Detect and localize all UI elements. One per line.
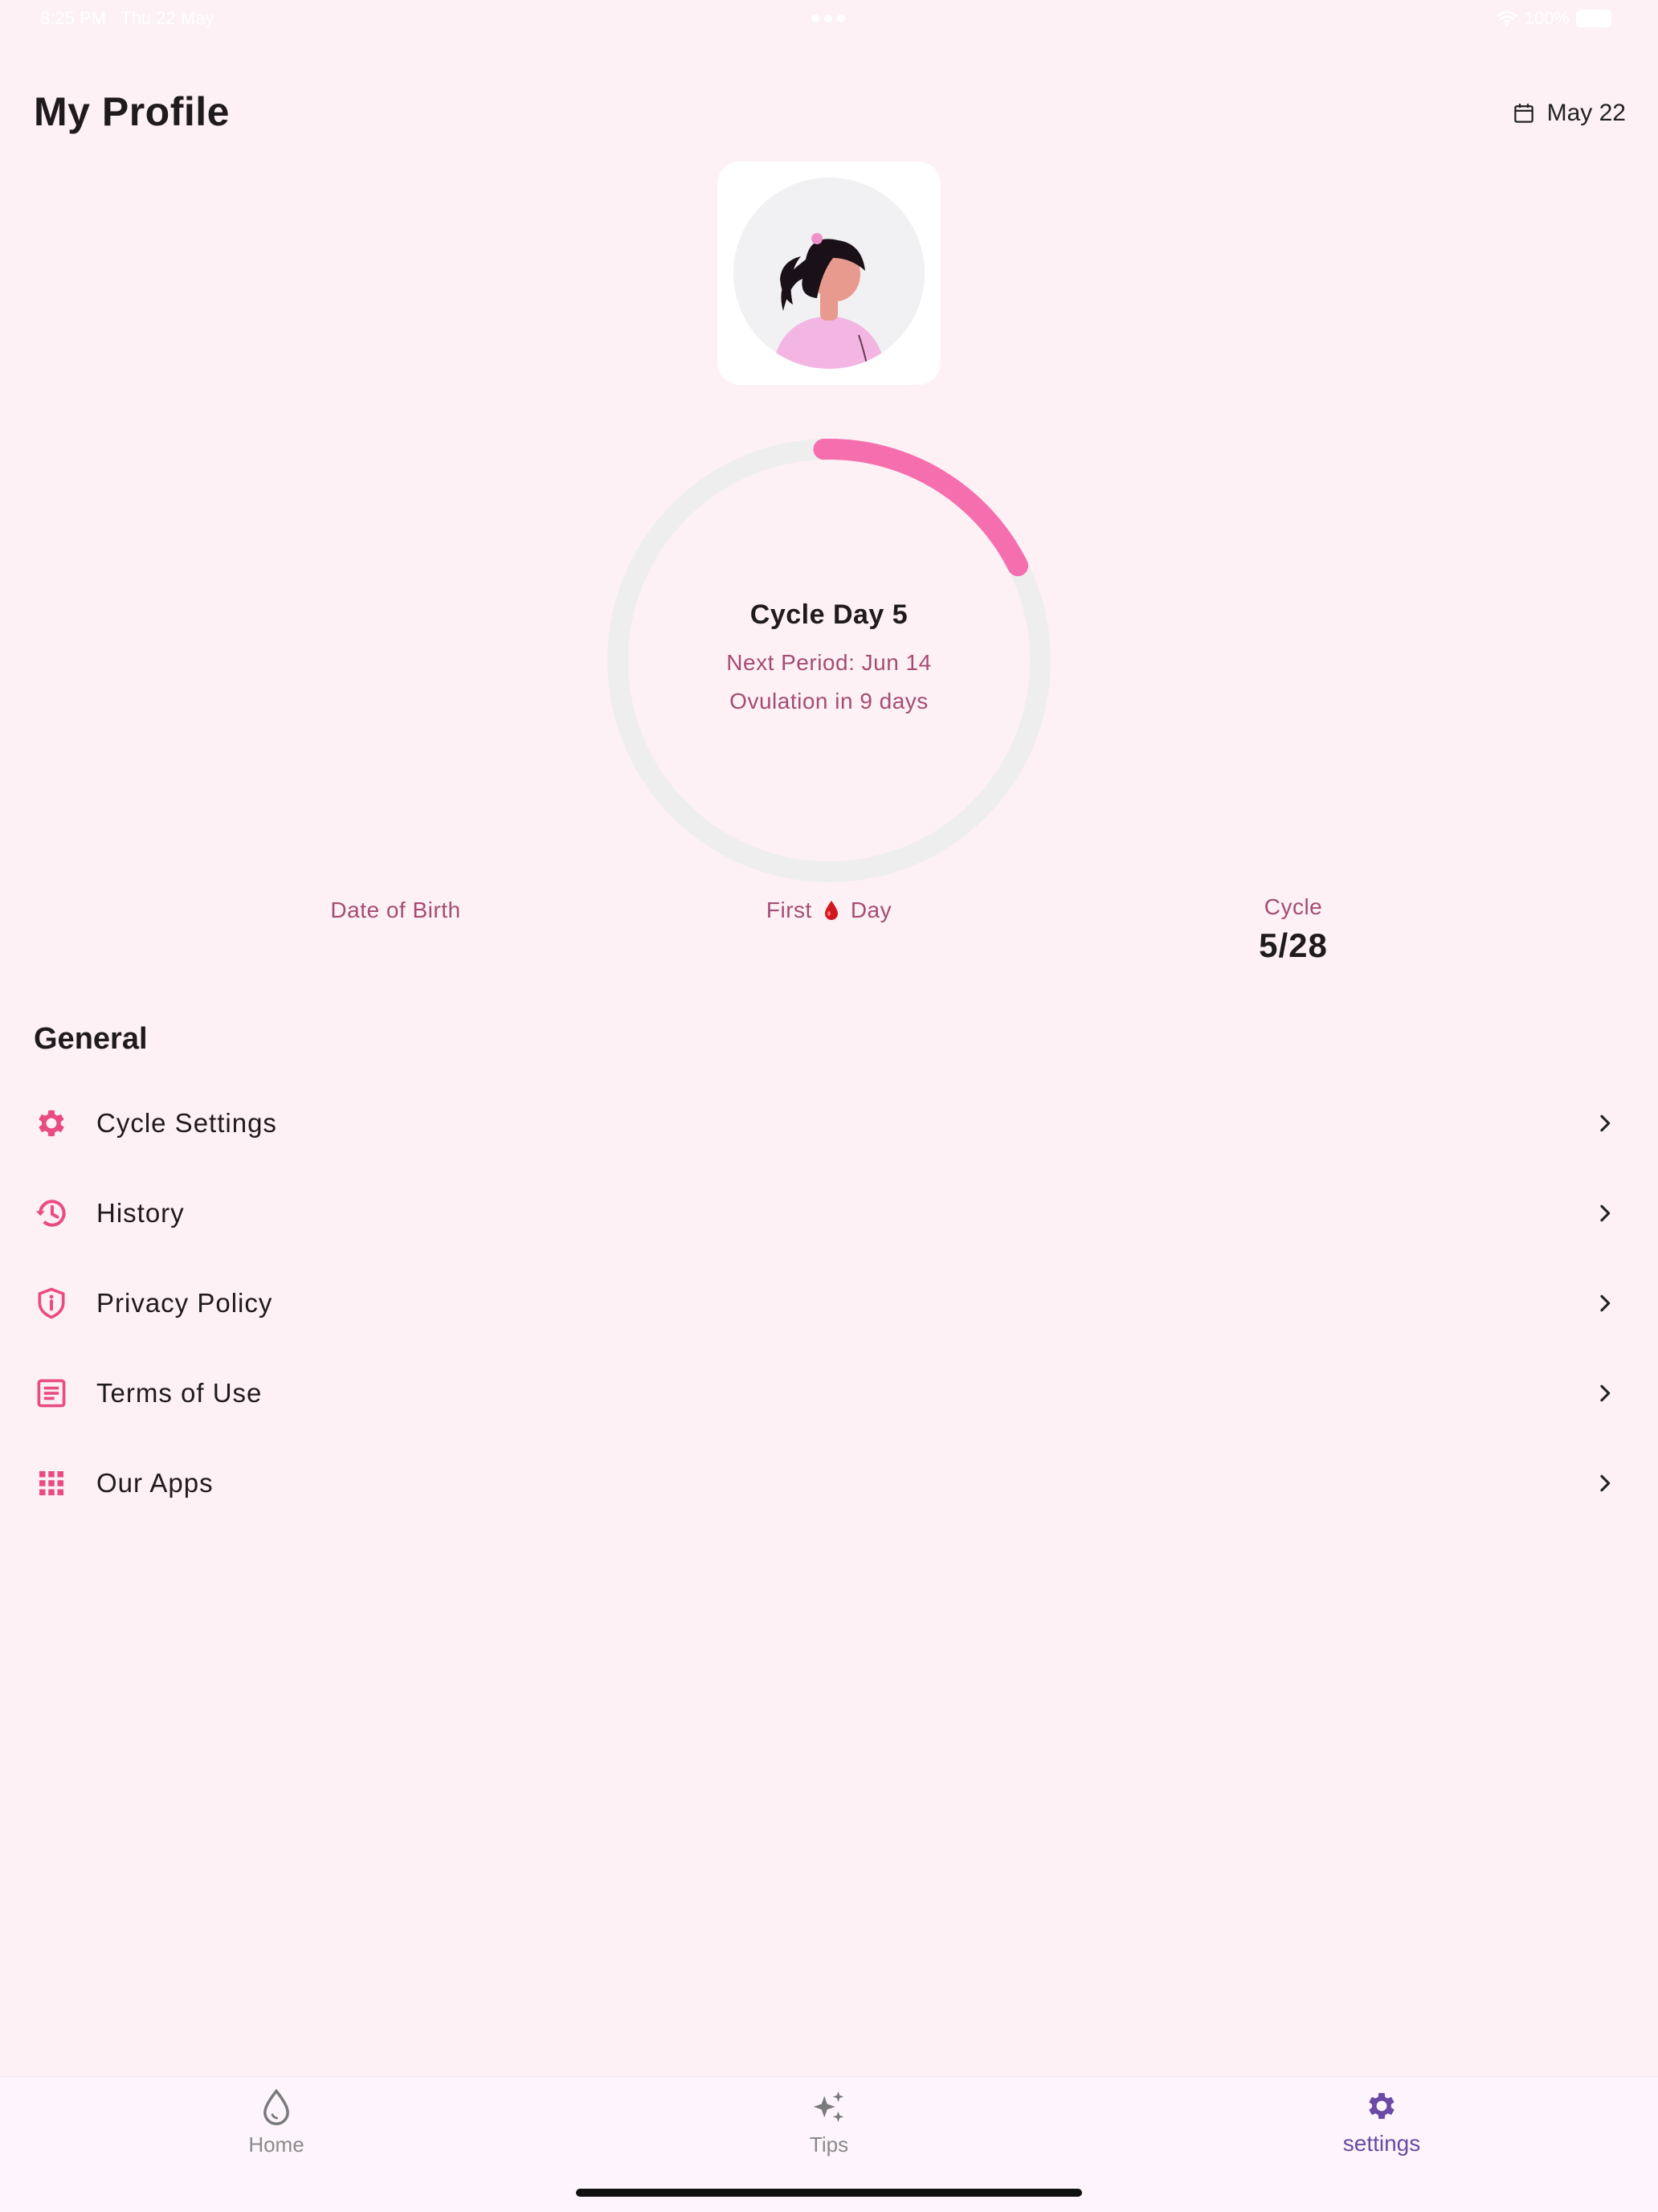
- menu-item-privacy-policy[interactable]: Privacy Policy: [0, 1258, 1658, 1348]
- nav-tips-label: Tips: [809, 2132, 849, 2157]
- menu-label: Privacy Policy: [96, 1288, 273, 1318]
- sparkles-icon: [813, 2091, 844, 2123]
- chevron-right-icon: [1600, 1384, 1611, 1402]
- wifi-icon: [1496, 10, 1517, 27]
- first-period-day-stat[interactable]: First Day: [747, 897, 911, 923]
- menu-item-history[interactable]: History: [0, 1168, 1658, 1258]
- menu-item-terms-of-use[interactable]: Terms of Use: [0, 1348, 1658, 1438]
- first-label: First: [766, 897, 812, 922]
- general-section-title: General: [34, 1022, 148, 1056]
- nav-settings[interactable]: settings: [1261, 2088, 1502, 2157]
- ovulation-text: Ovulation in 9 days: [729, 689, 929, 713]
- avatar-card[interactable]: [717, 162, 941, 385]
- menu-item-cycle-settings[interactable]: Cycle Settings: [0, 1078, 1658, 1168]
- chevron-right-icon: [1600, 1204, 1611, 1222]
- multitask-dots[interactable]: [811, 14, 845, 22]
- menu-label: Terms of Use: [96, 1378, 263, 1408]
- battery-percent: 100%: [1524, 8, 1570, 28]
- menu-item-our-apps[interactable]: Our Apps: [0, 1438, 1658, 1528]
- day-label: Day: [850, 897, 892, 922]
- nav-settings-label: settings: [1342, 2131, 1421, 2156]
- date-of-birth-label: Date of Birth: [330, 897, 461, 922]
- cycle-day-title: Cycle Day 5: [749, 599, 909, 630]
- status-bar-right: 100%: [1496, 8, 1611, 29]
- date-button[interactable]: May 22: [1512, 100, 1626, 127]
- nav-home-label: Home: [248, 2132, 304, 2157]
- cycle-value: 5/28: [1259, 926, 1328, 964]
- date-label: May 22: [1546, 100, 1626, 126]
- gear-icon: [1369, 2092, 1395, 2120]
- woman-avatar-illustration: [772, 233, 886, 369]
- grid-icon: [32, 1464, 71, 1503]
- nav-home[interactable]: Home: [156, 2088, 397, 2157]
- menu-label: History: [96, 1198, 185, 1228]
- menu-label: Our Apps: [96, 1468, 214, 1498]
- status-bar-time: 8:25 PM Thu 22 May: [40, 8, 214, 28]
- document-icon: [32, 1374, 71, 1413]
- gear-icon: [32, 1104, 71, 1143]
- cycle-summary: Cycle Day 5 Next Period: Jun 14 Ovulatio…: [607, 599, 1051, 721]
- home-indicator[interactable]: [576, 2189, 1082, 2197]
- battery-icon: [1576, 10, 1611, 27]
- chevron-right-icon: [1600, 1474, 1611, 1492]
- avatar: [733, 178, 925, 369]
- cycle-progress-arc: [813, 439, 1029, 577]
- menu-label: Cycle Settings: [96, 1108, 277, 1138]
- drop-icon: [263, 2088, 289, 2125]
- date-of-birth-stat[interactable]: Date of Birth: [241, 897, 550, 923]
- chevron-right-icon: [1600, 1114, 1611, 1132]
- nav-tips[interactable]: Tips: [709, 2088, 949, 2157]
- page-title: My Profile: [34, 89, 230, 134]
- cycle-label: Cycle: [1264, 894, 1323, 919]
- next-period-text: Next Period: Jun 14: [726, 650, 932, 675]
- shield-info-icon: [32, 1284, 71, 1323]
- history-icon: [32, 1194, 71, 1233]
- cycle-stat[interactable]: Cycle 5/28: [1213, 894, 1374, 965]
- chevron-right-icon: [1600, 1294, 1611, 1312]
- general-menu: Cycle Settings History Privacy Policy Te…: [0, 1078, 1658, 1528]
- blood-drop-icon: [824, 901, 838, 920]
- calendar-icon: [1513, 104, 1533, 123]
